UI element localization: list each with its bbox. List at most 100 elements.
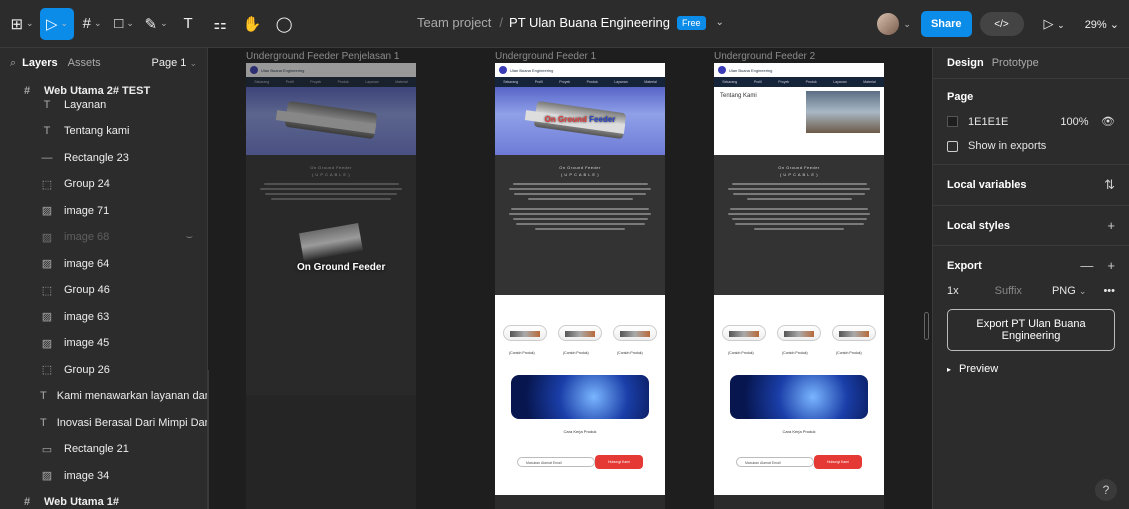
layer-item[interactable]: T Inovasi Berasal Dari Mimpi Dan...: [0, 410, 207, 437]
file-name[interactable]: PT Ulan Buana Engineering: [509, 15, 670, 30]
layer-item[interactable]: ▨ image 68 ⌣: [0, 224, 207, 251]
site-nav-item[interactable]: Proyek: [310, 80, 321, 84]
tab-design[interactable]: Design: [947, 57, 984, 69]
minus-icon[interactable]: —: [1080, 258, 1093, 273]
site-nav-item[interactable]: Profil: [286, 80, 294, 84]
show-exports-row[interactable]: Show in exports: [947, 140, 1115, 152]
tab-prototype[interactable]: Prototype: [992, 57, 1039, 69]
frame-label[interactable]: Underground Feeder 1: [495, 51, 596, 62]
local-variables-section[interactable]: Local variables ⇅: [933, 164, 1129, 205]
site-nav-item[interactable]: Material: [644, 80, 656, 84]
layer-item[interactable]: T Kami menawarkan layanan dan...: [0, 383, 207, 410]
site-nav-item[interactable]: Layanan: [614, 80, 627, 84]
layer-item[interactable]: ▭ Rectangle 21: [0, 436, 207, 463]
page-background-row[interactable]: 1E1E1E 100% 👁: [947, 115, 1115, 128]
export-button[interactable]: Export PT Ulan Buana Engineering: [947, 309, 1115, 351]
chevron-down-icon[interactable]: ⌄: [160, 18, 168, 29]
site-nav-item[interactable]: Proyek: [559, 80, 570, 84]
frame-label[interactable]: Underground Feeder 2: [714, 51, 815, 62]
preview-section[interactable]: ▸ Preview: [933, 363, 1129, 387]
chevron-down-icon[interactable]: ⌄: [94, 18, 102, 29]
contact-button[interactable]: Hubungi Kami: [814, 455, 862, 469]
site-nav-item[interactable]: Layanan: [833, 80, 846, 84]
layer-item[interactable]: ▨ image 45: [0, 330, 207, 357]
contact-button[interactable]: Hubungi Kami: [595, 455, 643, 469]
site-nav-item[interactable]: Produk: [587, 80, 598, 84]
email-field[interactable]: Masukan Alamat Email: [736, 457, 814, 467]
help-button[interactable]: ?: [1095, 479, 1117, 501]
canvas[interactable]: Underground Feeder Penjelasan 1 Ulan Bua…: [209, 48, 932, 509]
hand-tool-button[interactable]: ✋: [238, 8, 266, 40]
bg-opacity-input[interactable]: 100%: [1060, 116, 1088, 128]
layer-item[interactable]: ⬚ Group 46: [0, 277, 207, 304]
avatar[interactable]: [877, 13, 900, 35]
site-nav-item[interactable]: Sekarang: [722, 80, 737, 84]
product-card[interactable]: [613, 325, 657, 341]
color-swatch[interactable]: [947, 116, 958, 127]
site-nav-item[interactable]: Produk: [338, 80, 349, 84]
site-nav-item[interactable]: Sekarang: [503, 80, 518, 84]
site-nav-item[interactable]: Profil: [754, 80, 762, 84]
product-card[interactable]: [503, 325, 547, 341]
resources-button[interactable]: ⚏: [206, 8, 234, 40]
layer-item[interactable]: ⬚ Group 24: [0, 171, 207, 198]
layer-item[interactable]: T Tentang kami: [0, 118, 207, 145]
chevron-down-icon[interactable]: ⌄: [126, 18, 134, 29]
layer-next-frame[interactable]: # Web Utama 1#: [0, 489, 207, 509]
bg-hex-input[interactable]: 1E1E1E: [968, 116, 1008, 128]
site-nav-item[interactable]: Produk: [806, 80, 817, 84]
layer-item[interactable]: ▨ image 63: [0, 304, 207, 331]
project-name[interactable]: Team project: [417, 15, 491, 30]
layer-item[interactable]: — Rectangle 23: [0, 145, 207, 172]
more-icon[interactable]: •••: [1103, 285, 1115, 297]
email-field[interactable]: Masukan Alamat Email: [517, 457, 595, 467]
format-select[interactable]: PNG ⌄: [1052, 285, 1086, 297]
chevron-down-icon[interactable]: ⌄: [26, 18, 34, 29]
search-icon[interactable]: ⌕: [10, 57, 16, 70]
product-card[interactable]: [558, 325, 602, 341]
layer-item[interactable]: ▨ image 71: [0, 198, 207, 225]
checkbox[interactable]: [947, 140, 958, 152]
site-nav-item[interactable]: Sekarang: [254, 80, 269, 84]
shape-tool-button[interactable]: □ ⌄: [110, 8, 138, 40]
suffix-input[interactable]: Suffix: [995, 285, 1022, 297]
layer-item[interactable]: ▨ image 34: [0, 463, 207, 490]
plus-icon[interactable]: +: [1107, 258, 1115, 273]
layer-item[interactable]: ▨ image 64: [0, 251, 207, 278]
plus-icon[interactable]: +: [1107, 218, 1115, 233]
settings-icon[interactable]: ⇅: [1104, 177, 1115, 193]
page-selector[interactable]: Page 1 ⌄: [152, 57, 197, 69]
zoom-dropdown[interactable]: 29% ⌄: [1085, 18, 1119, 31]
frame-label[interactable]: Underground Feeder Penjelasan 1: [246, 51, 399, 62]
canvas-scrollbar[interactable]: [924, 312, 929, 340]
file-title[interactable]: Team project / PT Ulan Buana Engineering…: [417, 15, 724, 30]
eye-icon[interactable]: 👁: [1101, 115, 1115, 128]
hidden-eye-icon[interactable]: ⌣: [186, 231, 193, 244]
site-nav-item[interactable]: Material: [395, 80, 407, 84]
comment-tool-button[interactable]: ◯: [270, 8, 298, 40]
move-tool-button[interactable]: ▷ ⌄: [40, 7, 75, 40]
product-card[interactable]: [832, 325, 876, 341]
product-card[interactable]: [722, 325, 766, 341]
chevron-down-icon[interactable]: ⌄: [903, 19, 911, 30]
dev-mode-toggle[interactable]: </>: [979, 12, 1024, 36]
export-scale[interactable]: 1x: [947, 285, 959, 297]
frame-feeder-1[interactable]: Ulan Buana Engineering Sekarang Profil Pro…: [495, 63, 665, 509]
site-nav-item[interactable]: Proyek: [778, 80, 789, 84]
present-button[interactable]: ▷ ⌄: [1044, 16, 1065, 32]
site-nav-item[interactable]: Profil: [535, 80, 543, 84]
share-button[interactable]: Share: [920, 11, 972, 37]
tab-assets[interactable]: Assets: [68, 57, 101, 69]
chevron-down-icon[interactable]: ⌄: [716, 17, 724, 28]
frame-tool-button[interactable]: # ⌄: [78, 8, 106, 40]
product-card[interactable]: [777, 325, 821, 341]
pen-tool-button[interactable]: ✎ ⌄: [142, 8, 170, 40]
tab-layers[interactable]: Layers: [22, 57, 57, 69]
site-nav-item[interactable]: Material: [863, 80, 875, 84]
local-styles-section[interactable]: Local styles +: [933, 205, 1129, 245]
main-menu-button[interactable]: ⊞ ⌄: [8, 8, 36, 40]
site-nav-item[interactable]: Layanan: [365, 80, 378, 84]
frame-feeder-2[interactable]: Ulan Buana Engineering Sekarang Profil Pro…: [714, 63, 884, 509]
text-tool-button[interactable]: T: [174, 8, 202, 40]
layer-item[interactable]: ⬚ Group 26: [0, 357, 207, 384]
